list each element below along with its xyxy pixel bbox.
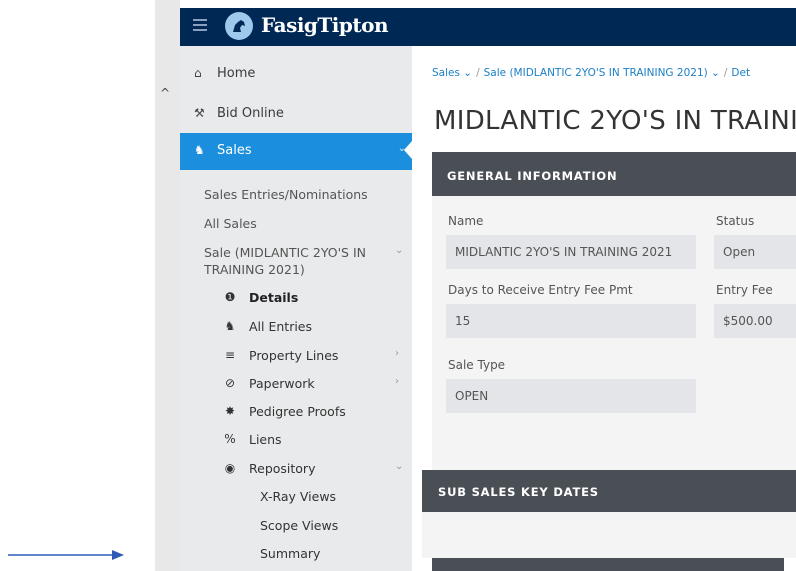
horse-icon: ♞	[194, 143, 205, 157]
brand-name[interactable]: FasigTipton	[261, 13, 389, 37]
name-field[interactable]: MIDLANTIC 2YO'S IN TRAINING 2021	[446, 235, 696, 269]
active-indicator	[404, 141, 412, 159]
page-title: MIDLANTIC 2YO'S IN TRAININ	[434, 106, 796, 136]
list-icon: ≡	[224, 348, 236, 362]
breadcrumb-sales[interactable]: Sales	[432, 67, 460, 79]
sub-label: Sales Entries/Nominations	[204, 187, 368, 202]
sidebar-item-summary[interactable]: Summary	[260, 546, 320, 561]
sidebar: ⌂ Home ⚒ Bid Online ♞ Sales ⌄ Sales Entr…	[180, 46, 412, 571]
breadcrumb: Sales ⌄ / Sale (MIDLANTIC 2YO'S IN TRAININ…	[432, 67, 750, 79]
name-label: Name	[448, 214, 484, 228]
sub-label: Liens	[249, 432, 282, 447]
card-header: GENERAL INFORMATION	[432, 152, 796, 196]
sub-sales-card: SUB SALES KEY DATES	[422, 470, 796, 558]
screen: { "brand": {"name": "FasigTipton"}, "sid…	[0, 0, 796, 571]
sub-label: Paperwork	[249, 376, 315, 391]
annotation-arrow-icon	[8, 550, 124, 560]
main-content: Sales ⌄ / Sale (MIDLANTIC 2YO'S IN TRAININ…	[412, 46, 796, 571]
eye-icon: ◉	[224, 461, 236, 475]
entry-fee-label: Entry Fee	[716, 283, 773, 297]
sidebar-sub-sale[interactable]: Sale (MIDLANTIC 2YO'S IN TRAINING 2021) …	[180, 245, 412, 279]
sub-label: Pedigree Proofs	[249, 404, 346, 419]
gavel-icon: ⚒	[194, 106, 205, 120]
sidebar-item-bid-online[interactable]: ⚒ Bid Online	[180, 96, 412, 132]
next-card-header	[432, 558, 784, 571]
chevron-right-icon: ›	[395, 348, 399, 359]
sidebar-item-label: Bid Online	[217, 106, 284, 121]
sidebar-item-label: Sales	[217, 143, 252, 158]
days-field[interactable]: 15	[446, 304, 696, 338]
sub-label-line2: TRAINING 2021)	[204, 262, 305, 277]
seal-icon: ✸	[224, 404, 236, 418]
horse-icon: ♞	[224, 319, 236, 333]
sub-label-line1: Sale (MIDLANTIC 2YO'S IN	[204, 245, 367, 260]
sub-label: Property Lines	[249, 348, 339, 363]
hamburger-menu-icon[interactable]	[193, 19, 207, 33]
sub-label: Repository	[249, 461, 316, 476]
breadcrumb-separator: /	[476, 67, 480, 79]
breadcrumb-sale[interactable]: Sale (MIDLANTIC 2YO'S IN TRAINING 2021)	[484, 67, 708, 79]
sub-label: All Entries	[249, 319, 313, 334]
sale-type-label: Sale Type	[448, 358, 506, 372]
sidebar-item-home[interactable]: ⌂ Home	[180, 56, 412, 92]
chevron-up-icon[interactable]: ^	[160, 86, 170, 100]
card-heading: SUB SALES KEY DATES	[438, 485, 599, 499]
general-information-card: GENERAL INFORMATION Name MIDLANTIC 2YO'S…	[432, 152, 796, 496]
card-header: SUB SALES KEY DATES	[422, 470, 796, 512]
horse-logo-icon[interactable]	[225, 12, 253, 40]
sidebar-item-scope-views[interactable]: Scope Views	[260, 518, 338, 533]
chevron-right-icon: ›	[395, 376, 399, 387]
sidebar-item-xray-views[interactable]: X-Ray Views	[260, 489, 336, 504]
info-icon: ❶	[224, 290, 236, 304]
sub-label: Details	[249, 290, 299, 305]
breadcrumb-separator: /	[723, 67, 728, 79]
chevron-down-icon: ⌄	[459, 67, 473, 79]
sub-label: All Sales	[204, 216, 257, 231]
sale-type-field[interactable]: OPEN	[446, 379, 696, 413]
home-icon: ⌂	[194, 66, 202, 80]
card-heading: GENERAL INFORMATION	[447, 169, 618, 183]
chevron-down-icon: ⌄	[395, 245, 404, 256]
chevron-down-icon: ⌄	[707, 67, 720, 79]
status-field[interactable]: Open	[714, 235, 796, 269]
chevron-down-icon: ⌄	[395, 461, 404, 472]
entry-fee-field[interactable]: $500.00	[714, 304, 796, 338]
link-icon: %	[224, 432, 236, 446]
sidebar-item-label: Home	[217, 66, 256, 81]
paperclip-icon: ⊘	[224, 376, 236, 390]
breadcrumb-details[interactable]: Det	[731, 67, 750, 79]
sidebar-item-sales[interactable]: ♞ Sales ⌄	[180, 133, 412, 170]
status-label: Status	[716, 214, 755, 228]
days-label: Days to Receive Entry Fee Pmt	[448, 283, 633, 297]
